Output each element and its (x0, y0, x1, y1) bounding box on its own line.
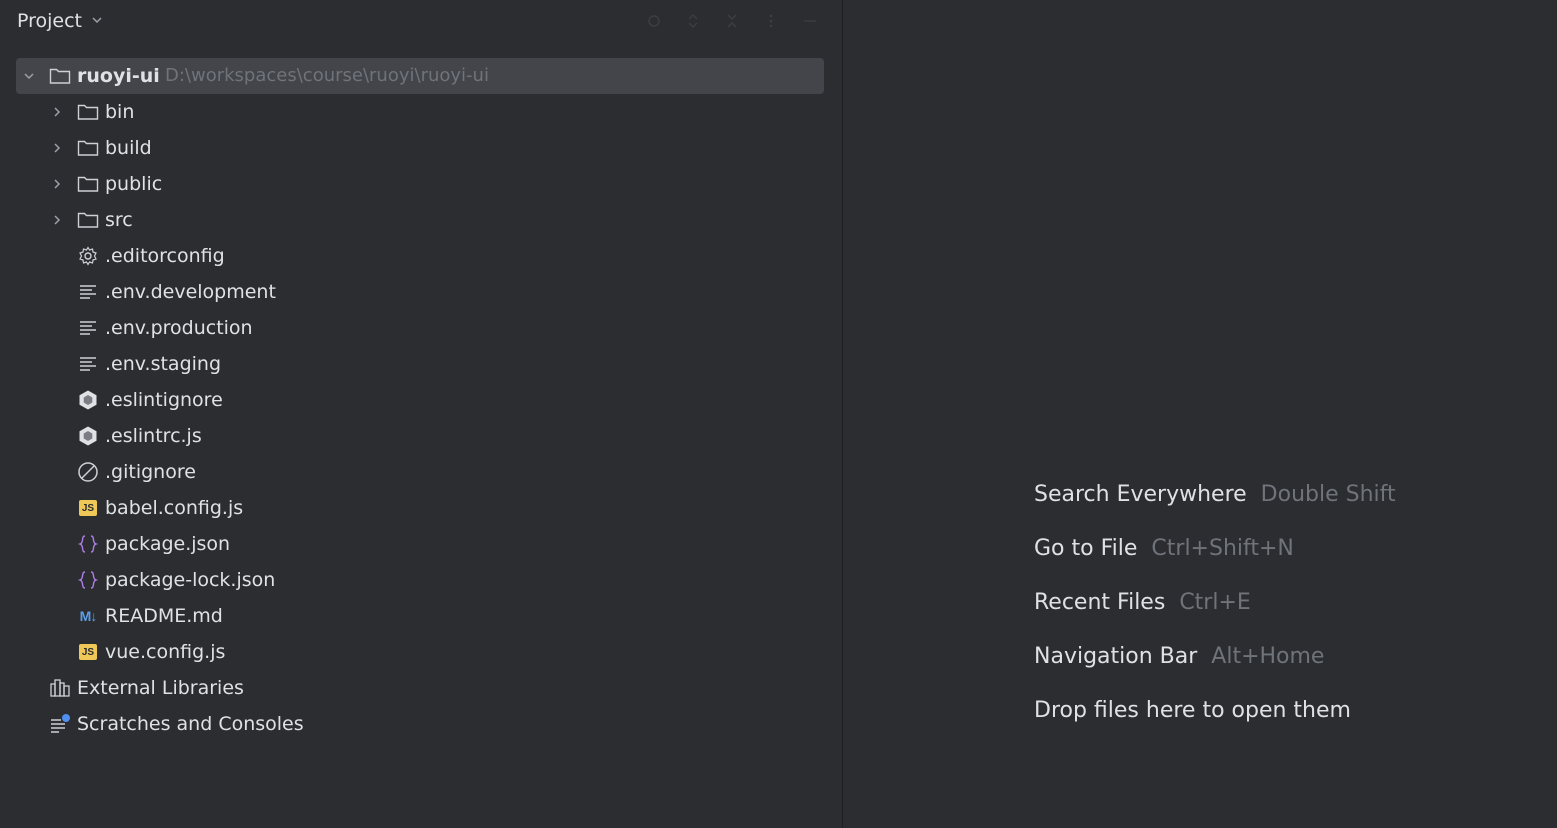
tree-label: vue.config.js (105, 641, 226, 663)
tree-row-scratches[interactable]: Scratches and Consoles (0, 706, 842, 742)
tree-row-file[interactable]: package.json (0, 526, 842, 562)
tree-label: bin (105, 101, 135, 123)
hint-shortcut: Ctrl+Shift+N (1151, 535, 1294, 561)
more-options-icon[interactable] (760, 10, 782, 32)
scratches-icon (49, 713, 71, 735)
gear-icon (77, 245, 99, 267)
hint-drop-files: Drop files here to open them (1034, 695, 1351, 725)
folder-icon (77, 209, 99, 231)
tree-label: src (105, 209, 133, 231)
markdown-badge: M↓ (79, 608, 98, 624)
project-view-selector[interactable]: Project (17, 9, 104, 33)
tree-row-external-libraries[interactable]: External Libraries (0, 670, 842, 706)
js-file-icon: JS (77, 497, 99, 519)
eslint-icon (77, 389, 99, 411)
hint-action: Search Everywhere (1034, 481, 1247, 507)
js-badge: JS (79, 500, 97, 516)
js-badge: JS (79, 644, 97, 660)
json-file-icon (77, 569, 99, 591)
tree-row-file[interactable]: JS vue.config.js (0, 634, 842, 670)
tree-row-file[interactable]: .eslintrc.js (0, 418, 842, 454)
tree-row-file[interactable]: .editorconfig (0, 238, 842, 274)
text-file-icon (77, 281, 99, 303)
tree-label: .editorconfig (105, 245, 225, 267)
hide-panel-icon[interactable] (799, 10, 821, 32)
tree-row-folder[interactable]: build (0, 130, 842, 166)
json-file-icon (77, 533, 99, 555)
tree-row-folder[interactable]: src (0, 202, 842, 238)
chevron-down-icon (90, 12, 104, 31)
tree-label: .eslintignore (105, 389, 223, 411)
chevron-down-icon[interactable] (21, 68, 37, 84)
folder-icon (77, 101, 99, 123)
project-panel-title: Project (17, 10, 83, 32)
tree-label: public (105, 173, 163, 195)
folder-icon (49, 65, 71, 87)
tree-label: build (105, 137, 152, 159)
folder-icon (77, 173, 99, 195)
chevron-right-icon[interactable] (49, 176, 65, 192)
tree-row-file[interactable]: .env.development (0, 274, 842, 310)
locate-file-icon[interactable] (643, 10, 665, 32)
tree-row-file[interactable]: M↓ README.md (0, 598, 842, 634)
hint-navigation-bar[interactable]: Navigation Bar Alt+Home (1034, 641, 1324, 671)
editor-empty-state: Search Everywhere Double Shift Go to Fil… (843, 0, 1557, 828)
collapse-all-icon[interactable] (721, 10, 743, 32)
markdown-icon: M↓ (77, 605, 99, 627)
js-file-icon: JS (77, 641, 99, 663)
expand-all-icon[interactable] (682, 10, 704, 32)
project-path: D:\workspaces\course\ruoyi\ruoyi-ui (165, 65, 489, 86)
text-file-icon (77, 353, 99, 375)
ide-window: Project ruoyi-ui D:\workspaces\course\ru… (0, 0, 1557, 828)
hint-shortcut: Ctrl+E (1179, 589, 1251, 615)
tree-row-file[interactable]: .gitignore (0, 454, 842, 490)
tree-label: .env.development (105, 281, 276, 303)
tree-label: package.json (105, 533, 231, 555)
ignore-icon (77, 461, 99, 483)
tree-label: .env.production (105, 317, 253, 339)
tree-label: .env.staging (105, 353, 222, 375)
folder-icon (77, 137, 99, 159)
tree-row-folder[interactable]: public (0, 166, 842, 202)
hint-shortcut: Double Shift (1260, 481, 1396, 507)
project-panel-header: Project (0, 0, 842, 42)
tree-row-root[interactable]: ruoyi-ui D:\workspaces\course\ruoyi\ruoy… (0, 58, 842, 94)
tree-label: .eslintrc.js (105, 425, 202, 447)
tree-row-file[interactable]: JS babel.config.js (0, 490, 842, 526)
tree-row-file[interactable]: .env.staging (0, 346, 842, 382)
tree-row-file[interactable]: .eslintignore (0, 382, 842, 418)
hint-recent-files[interactable]: Recent Files Ctrl+E (1034, 587, 1251, 617)
hint-action: Navigation Bar (1034, 643, 1198, 669)
text-file-icon (77, 317, 99, 339)
hint-action: Recent Files (1034, 589, 1166, 615)
hint-go-to-file[interactable]: Go to File Ctrl+Shift+N (1034, 533, 1294, 563)
eslint-icon (77, 425, 99, 447)
library-icon (49, 677, 71, 699)
tree-label: Scratches and Consoles (77, 713, 304, 735)
tree-row-folder[interactable]: bin (0, 94, 842, 130)
hint-shortcut: Alt+Home (1211, 643, 1325, 669)
project-tool-window: Project ruoyi-ui D:\workspaces\course\ru… (0, 0, 842, 828)
tree-row-file[interactable]: package-lock.json (0, 562, 842, 598)
hint-action: Go to File (1034, 535, 1138, 561)
tree-label: External Libraries (77, 677, 244, 699)
chevron-right-icon[interactable] (49, 140, 65, 156)
hint-search-everywhere[interactable]: Search Everywhere Double Shift (1034, 479, 1396, 509)
tree-label: babel.config.js (105, 497, 244, 519)
tree-label: .gitignore (105, 461, 196, 483)
chevron-right-icon[interactable] (49, 104, 65, 120)
tree-label: ruoyi-ui (77, 65, 160, 87)
hint-action: Drop files here to open them (1034, 697, 1351, 723)
tree-row-file[interactable]: .env.production (0, 310, 842, 346)
chevron-right-icon[interactable] (49, 212, 65, 228)
tree-label: README.md (105, 605, 223, 627)
tree-label: package-lock.json (105, 569, 276, 591)
